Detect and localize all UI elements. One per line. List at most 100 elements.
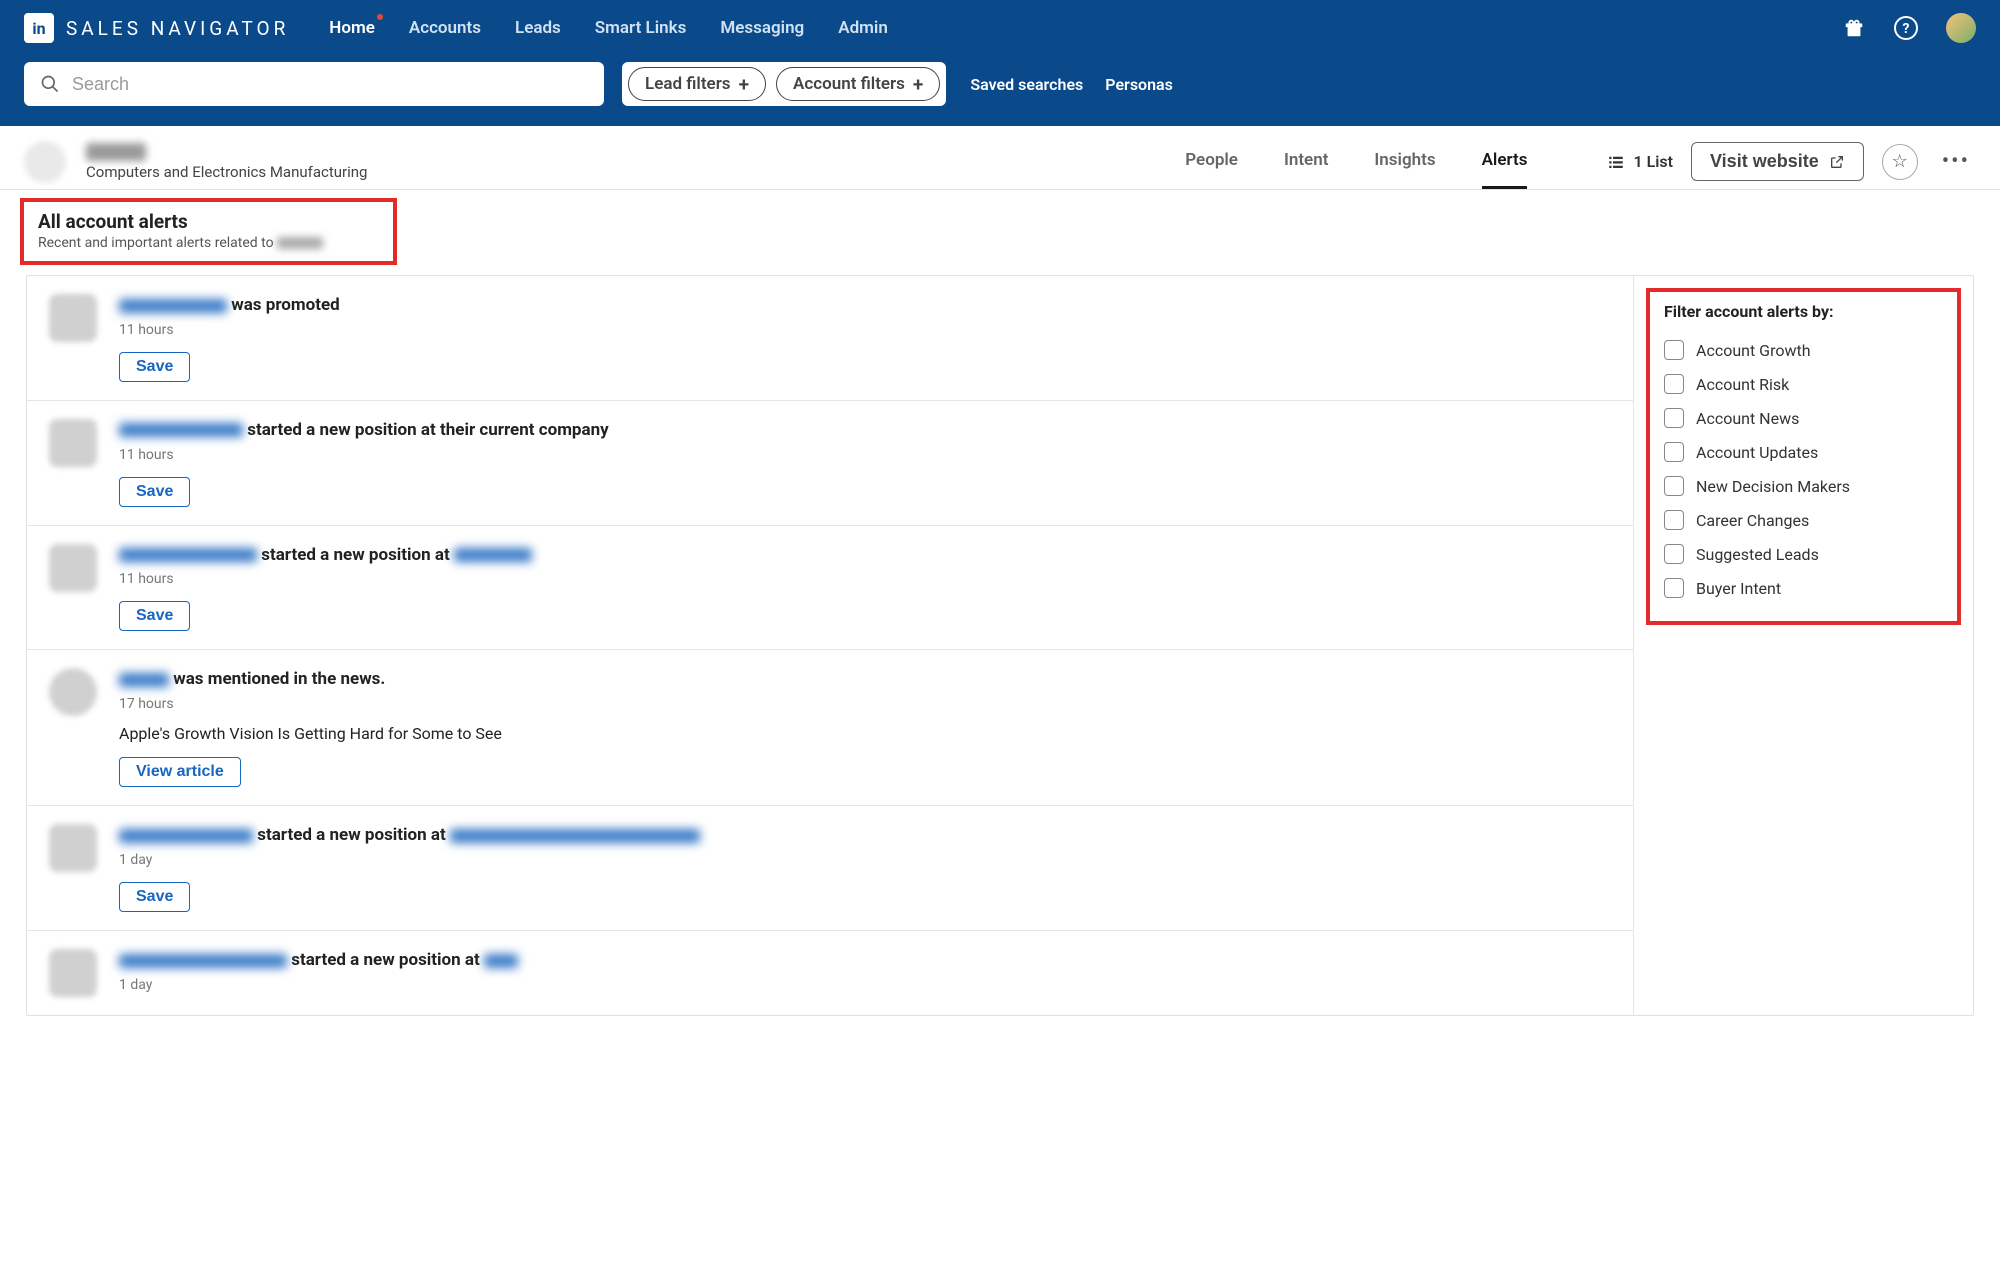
brand[interactable]: in SALES NAVIGATOR [24,13,289,43]
view-article-button[interactable]: View article [119,757,241,787]
top-navbar: in SALES NAVIGATOR Home Accounts Leads Smar… [0,0,2000,56]
filter-account-updates[interactable]: Account Updates [1664,435,1943,469]
lead-filters-chip[interactable]: Lead filters + [628,67,766,101]
alert-item: started a new position at 11 hoursSave [27,526,1633,651]
main-content: was promoted 11 hoursSave started a new … [26,275,1974,1016]
alert-title: started a new position at [119,949,1621,973]
filter-buyer-intent[interactable]: Buyer Intent [1664,571,1943,605]
plus-icon: + [739,75,749,94]
company-link[interactable] [450,829,700,843]
filter-account-risk[interactable]: Account Risk [1664,367,1943,401]
account-filters-label: Account filters [793,74,905,94]
lead-link[interactable] [119,423,243,437]
account-filters-chip[interactable]: Account filters + [776,67,940,101]
linkedin-logo-icon: in [24,13,54,43]
alerts-heading-wrap: All account alerts Recent and important … [20,198,1980,265]
account-tabs: People Intent Insights Alerts [1185,140,1527,189]
filter-title: Filter account alerts by: [1664,302,1943,321]
list-icon [1607,153,1625,171]
help-icon[interactable]: ? [1894,16,1918,40]
filter-chip-container: Lead filters + Account filters + [622,62,946,106]
topbar-right: ? [1842,13,1976,43]
checkbox-icon [1664,408,1684,428]
save-button[interactable]: Save [119,352,190,382]
user-avatar[interactable] [1946,13,1976,43]
nav-item-smart-links[interactable]: Smart Links [595,18,687,38]
more-button[interactable]: ••• [1936,145,1976,178]
lists-link[interactable]: 1 List [1607,152,1673,171]
tab-intent[interactable]: Intent [1284,150,1328,189]
checkbox-icon [1664,544,1684,564]
save-button[interactable]: Save [119,477,190,507]
alert-time: 1 day [119,977,1621,993]
filter-career-changes[interactable]: Career Changes [1664,503,1943,537]
lead-link[interactable] [119,299,227,313]
search-row: Lead filters + Account filters + Saved s… [0,56,2000,126]
alerts-heading: All account alerts Recent and important … [20,198,397,265]
alert-title: started a new position at [119,824,1621,848]
external-link-icon [1829,154,1845,170]
visit-label: Visit website [1710,151,1819,172]
filter-account-growth[interactable]: Account Growth [1664,333,1943,367]
tab-people[interactable]: People [1185,150,1238,189]
alerts-title: All account alerts [38,210,323,233]
lead-link[interactable] [119,954,287,968]
filter-account-news[interactable]: Account News [1664,401,1943,435]
alert-time: 17 hours [119,696,1621,712]
alert-time: 1 day [119,852,1621,868]
company-link[interactable] [454,548,532,562]
account-actions: 1 List Visit website ☆ ••• [1607,142,1976,181]
search-links: Saved searches Personas [970,75,1172,94]
saved-searches-link[interactable]: Saved searches [970,75,1083,94]
alert-title: started a new position at [119,544,1621,568]
lists-label: 1 List [1633,152,1673,171]
filter-label: Buyer Intent [1696,579,1781,598]
alert-avatar [49,949,97,997]
alert-item: started a new position at their current … [27,401,1633,526]
alert-avatar [49,668,97,716]
lead-link[interactable] [119,548,257,562]
lead-link[interactable] [119,829,253,843]
alerts-subtitle: Recent and important alerts related to [38,235,323,251]
nav-item-accounts[interactable]: Accounts [409,18,481,38]
nav-item-messaging[interactable]: Messaging [720,18,804,38]
filters-sidebar: Filter account alerts by: Account Growth… [1633,276,1973,1015]
filter-label: Account Growth [1696,341,1811,360]
lead-link[interactable] [119,673,169,687]
filter-label: Account News [1696,409,1799,428]
save-button[interactable]: Save [119,601,190,631]
alert-avatar [49,294,97,342]
alert-item: started a new position at 1 day Save [27,806,1633,931]
primary-nav: Home Accounts Leads Smart Links Messaging Adm… [329,18,888,38]
checkbox-icon [1664,578,1684,598]
search-icon [40,74,60,94]
svg-text:?: ? [1903,21,1910,37]
nav-item-admin[interactable]: Admin [838,18,888,38]
gift-icon[interactable] [1842,16,1866,40]
filter-suggested-leads[interactable]: Suggested Leads [1664,537,1943,571]
filter-label: Suggested Leads [1696,545,1819,564]
checkbox-icon [1664,476,1684,496]
nav-item-leads[interactable]: Leads [515,18,561,38]
search-box[interactable] [24,62,604,106]
alert-title: started a new position at their current … [119,419,1621,443]
alert-snippet: Apple's Growth Vision Is Getting Hard fo… [119,724,1621,743]
tab-alerts[interactable]: Alerts [1482,150,1528,189]
save-button[interactable]: Save [119,882,190,912]
alert-item: was mentioned in the news. 17 hoursApple… [27,650,1633,806]
alerts-feed: was promoted 11 hoursSave started a new … [27,276,1633,1015]
alert-item: was promoted 11 hoursSave [27,276,1633,401]
visit-website-button[interactable]: Visit website [1691,142,1864,181]
star-icon: ☆ [1892,151,1908,172]
nav-item-home[interactable]: Home [329,18,375,38]
filter-new-decision-makers[interactable]: New Decision Makers [1664,469,1943,503]
tab-insights[interactable]: Insights [1374,150,1435,189]
search-input[interactable] [72,74,588,95]
company-link[interactable] [484,954,518,968]
save-account-button[interactable]: ☆ [1882,144,1918,180]
alert-item: started a new position at 1 day [27,931,1633,1015]
filter-label: Account Risk [1696,375,1789,394]
personas-link[interactable]: Personas [1105,75,1173,94]
alert-time: 11 hours [119,322,1621,338]
filter-label: Career Changes [1696,511,1809,530]
